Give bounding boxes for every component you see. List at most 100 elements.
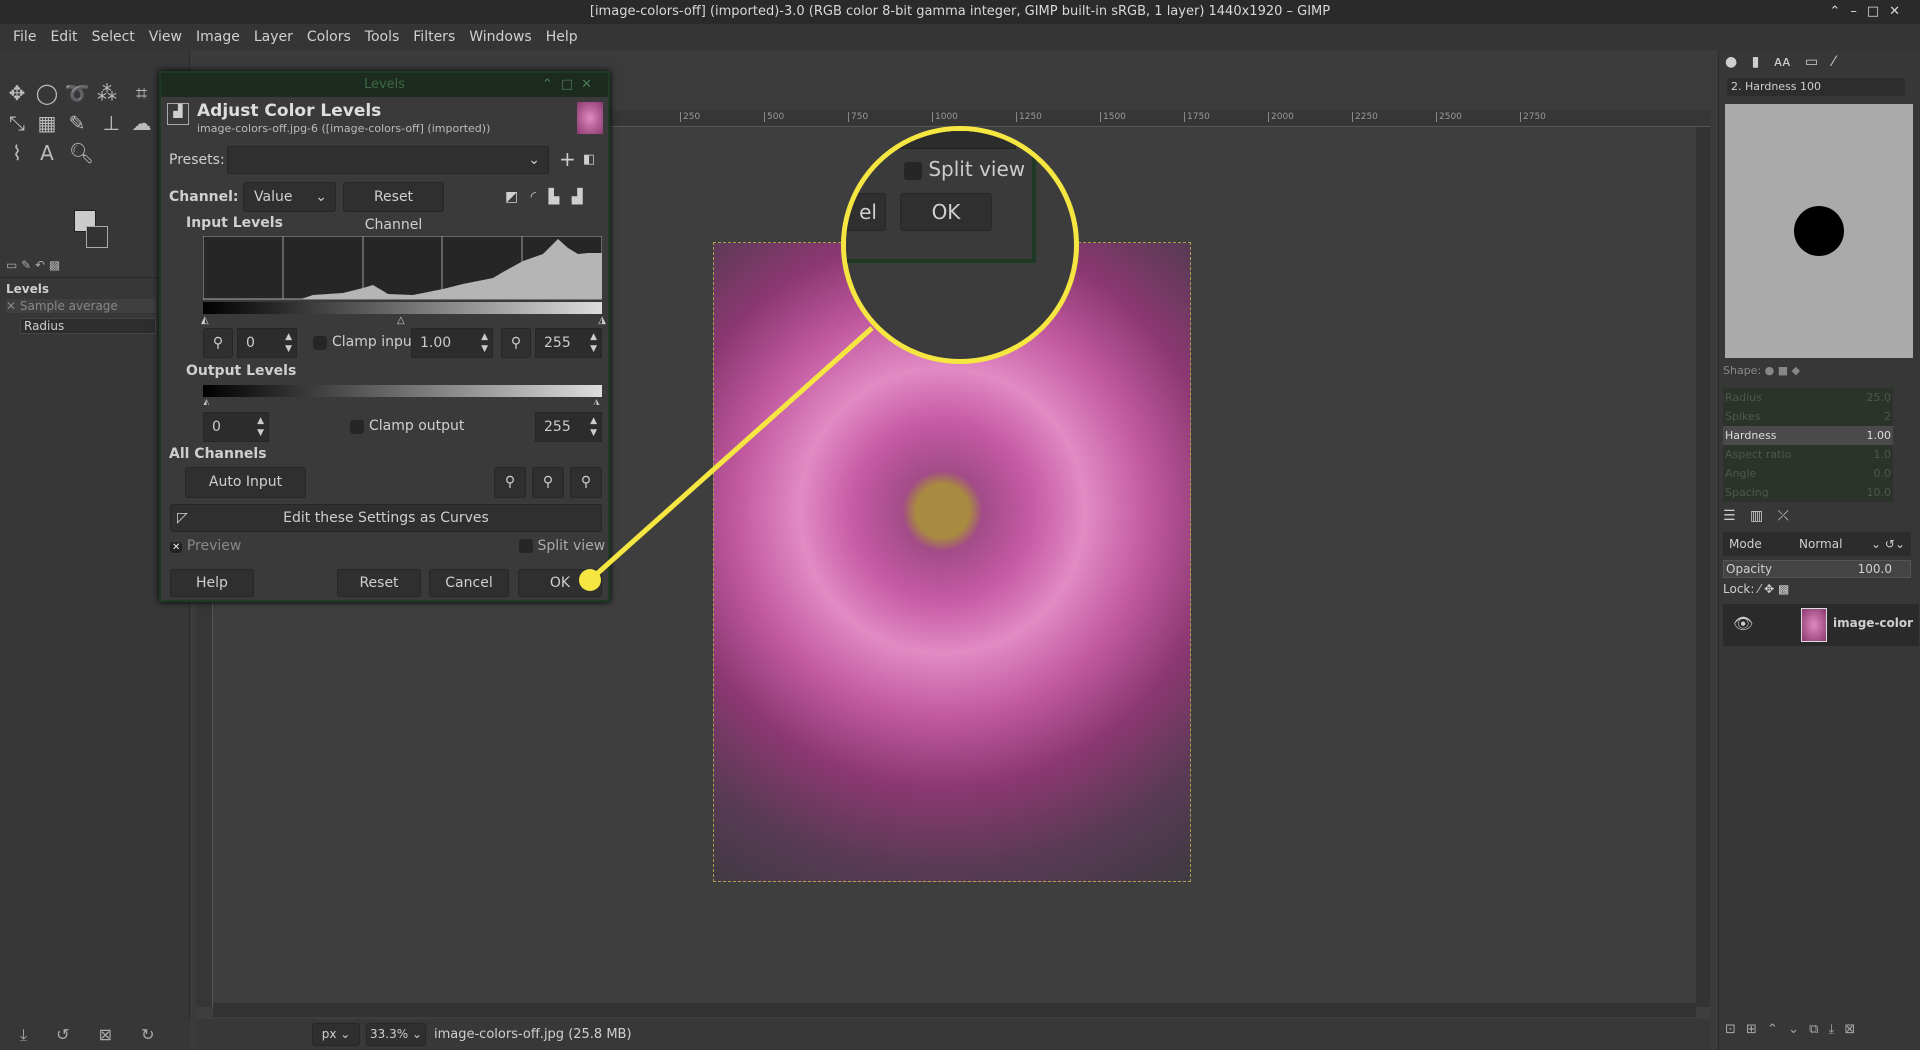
smudge-icon[interactable]: ☁ (126, 108, 156, 138)
shape-circle-icon[interactable]: ● (1765, 364, 1775, 377)
background-color[interactable] (86, 226, 108, 248)
layer-bottom-buttons[interactable]: ⊡ ⊞ ⌃ ⌄ ⧉ ⤓ ⊠ (1725, 1022, 1855, 1037)
zoom-select[interactable]: 33.3% ⌄ (366, 1023, 426, 1046)
opacity-label: Opacity (1726, 562, 1773, 576)
ruler-tick: 2750 (1520, 112, 1546, 122)
pick-black-point-icon[interactable]: ⚲ (203, 328, 233, 358)
lock-pixels-icon[interactable]: ⁄ (1758, 582, 1760, 596)
presets-dropdown[interactable]: ⌄ (227, 146, 549, 174)
horizontal-scrollbar[interactable] (213, 1003, 1696, 1017)
transform-icon[interactable]: ⤡ (2, 108, 32, 138)
output-low-spinner[interactable]: 0 ▲ ▼ (203, 412, 269, 442)
lasso-icon[interactable]: ➰ (62, 78, 92, 108)
toolbox-bottom-buttons[interactable]: ⤓ ↺ ⊠ ↻ (0, 1019, 190, 1050)
add-preset-icon[interactable]: + (559, 147, 576, 171)
unit-select[interactable]: px ⌄ (312, 1023, 360, 1046)
histogram-icon: ▟ (167, 103, 189, 125)
input-histogram[interactable] (203, 236, 602, 316)
output-high-spinner[interactable]: 255 ▲ ▼ (535, 412, 602, 442)
input-high-value: 255 (544, 335, 571, 351)
brush-param-aspect-ratio[interactable]: Aspect ratio 1.0 (1723, 445, 1893, 464)
ruler-tick: 2250 (1352, 112, 1378, 122)
reset-channel-button[interactable]: Reset Channel (343, 182, 444, 233)
split-view-checkbox[interactable]: Split view (519, 538, 605, 554)
input-low-spinner[interactable]: 0 ▲ ▼ (237, 328, 297, 358)
input-high-spinner[interactable]: 255 ▲ ▼ (535, 328, 602, 358)
menu-edit[interactable]: Edit (43, 24, 84, 50)
channel-dropdown[interactable]: Value ⌄ (243, 182, 336, 212)
preview-label: Preview (186, 538, 242, 554)
vertical-scrollbar[interactable] (1696, 127, 1710, 1007)
gradient-icon[interactable]: ▦ (32, 108, 62, 138)
brush-param-hardness[interactable]: Hardness 1.00 (1723, 426, 1893, 445)
channel-value: Value (254, 189, 293, 205)
cancel-button[interactable]: Cancel (429, 569, 509, 597)
dialog-title-bar[interactable]: Levels ⌃□✕ (161, 73, 608, 97)
window-controls[interactable]: ⌃–□✕ (1829, 0, 1910, 24)
gamma-spinner[interactable]: 1.00 ▲ ▼ (411, 328, 493, 358)
layer-name: image-color (1833, 616, 1914, 630)
brush-param-angle[interactable]: Angle 0.0 (1723, 464, 1893, 483)
gamma-value: 1.00 (420, 335, 452, 351)
menubar: File Edit Select View Image Layer Colors… (0, 24, 1920, 50)
fuzzy-select-icon[interactable]: ⁂ (92, 78, 122, 108)
ok-button[interactable]: OK (518, 569, 602, 597)
layer-row[interactable]: 👁︎ image-color (1723, 604, 1919, 646)
lock-alpha-icon[interactable]: ▩ (1778, 582, 1789, 596)
menu-windows[interactable]: Windows (462, 24, 539, 50)
brush-param-radius[interactable]: Radius 25.0 (1723, 388, 1893, 407)
menu-select[interactable]: Select (85, 24, 142, 50)
clone-icon[interactable]: ⊥ (96, 108, 126, 138)
pick-white-all-icon[interactable]: ⚲ (570, 467, 602, 498)
param-label: Radius (1725, 391, 1762, 404)
pick-black-all-icon[interactable]: ⚲ (494, 467, 526, 498)
split-view-box (519, 539, 533, 553)
reset-button[interactable]: Reset (337, 569, 421, 597)
preset-menu-icon[interactable]: ◧ (583, 152, 595, 167)
param-value: 1.0 (1873, 448, 1892, 461)
move-tool-icon[interactable]: ✥ (2, 78, 32, 108)
zoom-icon[interactable]: 🔍︎ (66, 138, 96, 168)
menu-colors[interactable]: Colors (300, 24, 358, 50)
magnified-ok-button: OK (900, 193, 992, 231)
brush-param-spikes[interactable]: Spikes 2 (1723, 407, 1893, 426)
dialog-window-controls[interactable]: ⌃□✕ (542, 73, 600, 97)
opacity-slider[interactable]: Opacity 100.0 (1723, 560, 1911, 578)
output-gradient[interactable]: ◭ ◮ (203, 385, 602, 405)
menu-filters[interactable]: Filters (406, 24, 462, 50)
lock-position-icon[interactable]: ✥ (1764, 582, 1774, 596)
menu-help[interactable]: Help (539, 24, 585, 50)
brush-param-spacing[interactable]: Spacing 10.0 (1723, 483, 1893, 502)
pick-gray-all-icon[interactable]: ⚲ (532, 467, 564, 498)
auto-input-levels-button[interactable]: Auto Input Levels (185, 467, 306, 519)
clamp-output-label: Clamp output (369, 418, 465, 434)
menu-tools[interactable]: Tools (358, 24, 407, 50)
radius-slider[interactable]: Radius (20, 318, 156, 334)
paths-icon[interactable]: ⌇ (2, 138, 32, 168)
layer-mode-select[interactable]: Mode Normal ⌄ ↺⌄ (1723, 532, 1911, 556)
paintbrush-icon[interactable]: ✎ (62, 108, 92, 138)
layers-dock-tabs[interactable]: ☰ ▥ ⤫ (1723, 508, 1789, 524)
ellipse-select-icon[interactable]: ◯ (32, 78, 62, 108)
pick-white-point-icon[interactable]: ⚲ (501, 328, 531, 358)
magnified-split-view: Split view (904, 157, 1025, 181)
sample-average-toggle[interactable]: ✕ Sample average (6, 299, 156, 313)
clamp-input-label: Clamp input (332, 334, 418, 350)
crop-icon[interactable]: ⌗ (126, 78, 156, 108)
brush-name: 2. Hardness 100 (1727, 78, 1905, 96)
shape-diamond-icon[interactable]: ◆ (1792, 364, 1800, 377)
help-button[interactable]: Help (170, 569, 254, 597)
histogram-scale-buttons[interactable]: ◩ ◜ ▙ ▟ (505, 189, 583, 205)
text-tool-icon[interactable]: A (32, 138, 62, 168)
shape-square-icon[interactable]: ■ (1778, 364, 1788, 377)
menu-view[interactable]: View (142, 24, 189, 50)
edit-as-curves-button[interactable]: ◸ Edit these Settings as Curves (170, 504, 602, 532)
menu-layer[interactable]: Layer (247, 24, 300, 50)
menu-image[interactable]: Image (189, 24, 247, 50)
clamp-output-checkbox[interactable] (350, 420, 364, 434)
clamp-input-checkbox[interactable] (313, 336, 327, 350)
preview-checkbox[interactable]: ✕ Preview (170, 538, 241, 554)
menu-file[interactable]: File (6, 24, 43, 50)
visibility-eye-icon[interactable]: 👁︎ (1733, 614, 1753, 633)
brush-dock-tabs[interactable]: ● ▮ ᴀᴀ ▭ ⁄ (1725, 54, 1835, 70)
